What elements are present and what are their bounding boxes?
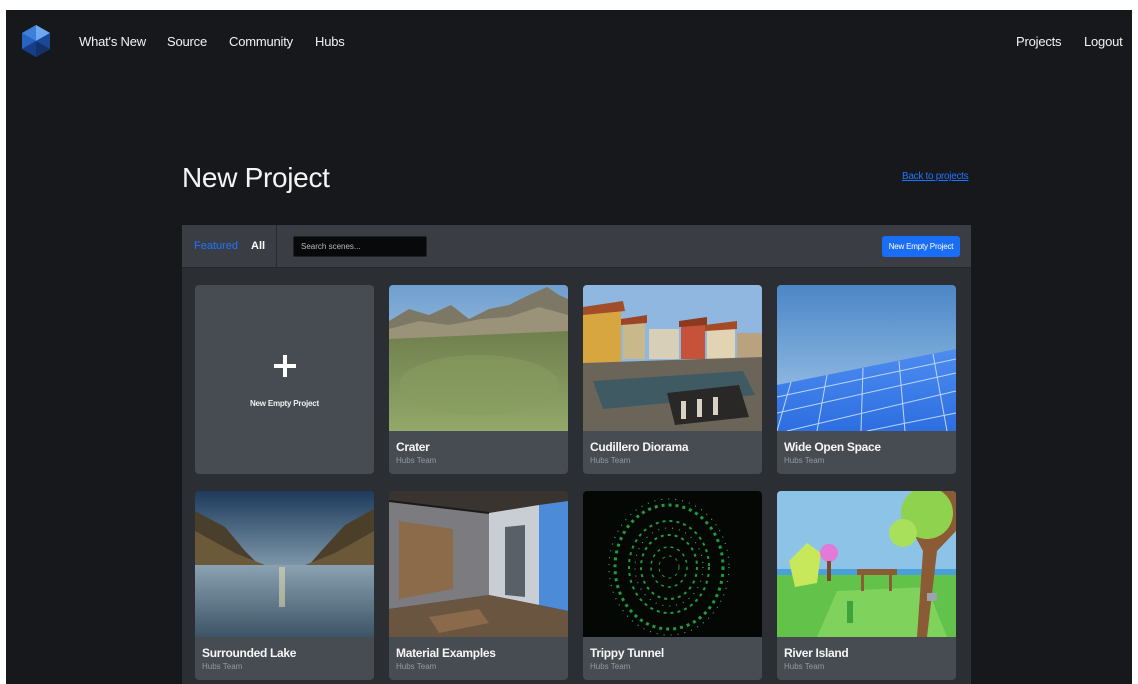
scene-author: Hubs Team xyxy=(590,662,631,671)
empty-card-label: New Empty Project xyxy=(249,399,320,408)
scene-title: Trippy Tunnel xyxy=(590,646,664,660)
material-examples-thumbnail xyxy=(389,491,568,637)
tab-featured[interactable]: Featured xyxy=(194,240,238,252)
scene-author: Hubs Team xyxy=(202,662,243,671)
scene-title: Crater xyxy=(396,440,430,454)
scene-card-wide-open-space[interactable]: Wide Open Space Hubs Team xyxy=(777,285,956,474)
scene-card-river-island[interactable]: River Island Hubs Team xyxy=(777,491,956,680)
nav-projects[interactable]: Projects xyxy=(1016,34,1062,49)
page-title: New Project xyxy=(182,162,330,193)
scene-author: Hubs Team xyxy=(396,662,437,671)
nav-whats-new[interactable]: What's New xyxy=(79,34,146,49)
plus-icon xyxy=(274,355,296,377)
scene-author: Hubs Team xyxy=(784,456,825,465)
new-empty-project-card[interactable]: New Empty Project xyxy=(195,285,374,474)
scene-card-surrounded-lake[interactable]: Surrounded Lake Hubs Team xyxy=(195,491,374,680)
back-to-projects-link[interactable]: Back to projects xyxy=(902,171,969,182)
trippy-tunnel-thumbnail xyxy=(583,491,762,637)
nav-hubs[interactable]: Hubs xyxy=(315,34,345,49)
scene-author: Hubs Team xyxy=(784,662,825,671)
new-empty-project-button[interactable]: New Empty Project xyxy=(882,236,960,257)
scene-author: Hubs Team xyxy=(590,456,631,465)
nav-community[interactable]: Community xyxy=(229,34,293,49)
top-nav: What's New Source Community Hubs Project… xyxy=(6,10,1132,72)
search-input[interactable] xyxy=(293,236,427,257)
tab-all[interactable]: All xyxy=(251,240,265,252)
cudillero-diorama-thumbnail xyxy=(583,285,762,431)
nav-logout[interactable]: Logout xyxy=(1084,34,1123,49)
panel-toolbar: Featured All New Empty Project xyxy=(182,225,971,268)
scene-title: River Island xyxy=(784,646,849,660)
scene-card-crater[interactable]: Crater Hubs Team xyxy=(389,285,568,474)
scene-title: Cudillero Diorama xyxy=(590,440,689,454)
scene-picker-panel: Featured All New Empty Project New Empty… xyxy=(182,225,971,684)
scene-title: Material Examples xyxy=(396,646,496,660)
river-island-thumbnail xyxy=(777,491,956,637)
spoke-logo-icon[interactable] xyxy=(21,24,51,58)
crater-thumbnail xyxy=(389,285,568,431)
nav-source[interactable]: Source xyxy=(167,34,207,49)
scene-title: Wide Open Space xyxy=(784,440,881,454)
scene-card-cudillero-diorama[interactable]: Cudillero Diorama Hubs Team xyxy=(583,285,762,474)
scene-card-material-examples[interactable]: Material Examples Hubs Team xyxy=(389,491,568,680)
scene-author: Hubs Team xyxy=(396,456,437,465)
app-window: What's New Source Community Hubs Project… xyxy=(6,10,1132,684)
scene-title: Surrounded Lake xyxy=(202,646,297,660)
surrounded-lake-thumbnail xyxy=(195,491,374,637)
toolbar-divider xyxy=(276,225,277,268)
wide-open-space-thumbnail xyxy=(777,285,956,431)
scene-card-trippy-tunnel[interactable]: Trippy Tunnel Hubs Team xyxy=(583,491,762,680)
